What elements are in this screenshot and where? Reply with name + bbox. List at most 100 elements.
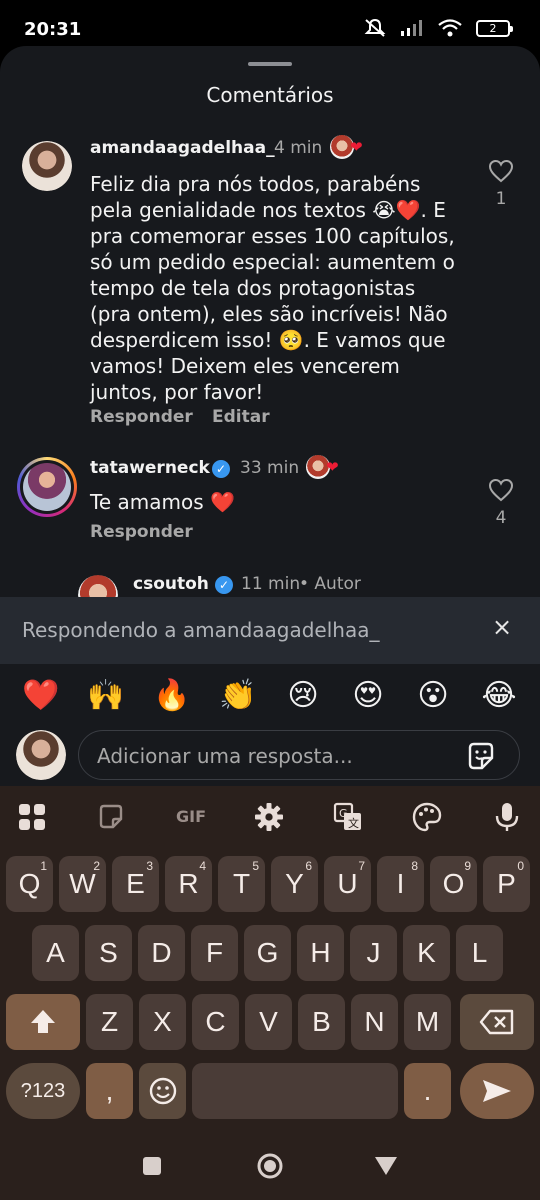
sticker-icon[interactable]: [94, 800, 128, 834]
edit-button[interactable]: Editar: [212, 407, 270, 427]
recents-square-icon[interactable]: [142, 1156, 162, 1176]
key-u[interactable]: U7: [324, 856, 371, 912]
key-s[interactable]: S: [85, 925, 132, 981]
key-label: R: [178, 868, 199, 899]
sticker-icon[interactable]: [465, 740, 497, 772]
home-circle-icon[interactable]: [256, 1152, 284, 1180]
key-label: T: [232, 868, 251, 899]
key-j[interactable]: J: [350, 925, 397, 981]
close-icon[interactable]: ×: [490, 615, 514, 639]
key-n[interactable]: N: [351, 994, 398, 1050]
emoji-quick-row: ❤️ 🙌 🔥 👏 😢 😍 😮 😂: [0, 664, 540, 726]
backspace-icon: [479, 1009, 514, 1035]
theme-palette-icon[interactable]: [410, 800, 444, 834]
key-k[interactable]: K: [403, 925, 450, 981]
key-w[interactable]: W2: [59, 856, 106, 912]
emoji-button[interactable]: 😮: [413, 676, 453, 716]
emoji-key[interactable]: [139, 1063, 186, 1119]
back-triangle-icon[interactable]: [374, 1156, 398, 1176]
emoji-button[interactable]: 😍: [348, 676, 388, 716]
translate-icon[interactable]: G 文: [331, 800, 365, 834]
like-heart-icon[interactable]: [488, 478, 514, 502]
key-i[interactable]: I8: [377, 856, 424, 912]
key-c[interactable]: C: [192, 994, 239, 1050]
comment-time: 4 min: [274, 138, 323, 158]
avatar-photo: [22, 141, 72, 191]
key-x[interactable]: X: [139, 994, 186, 1050]
key-y[interactable]: Y6: [271, 856, 318, 912]
key-p[interactable]: P0: [483, 856, 530, 912]
key-b[interactable]: B: [298, 994, 345, 1050]
like-count: 1: [495, 189, 507, 209]
comma-key[interactable]: ,: [86, 1063, 133, 1119]
emoji-button[interactable]: 😂: [479, 676, 519, 716]
avatar[interactable]: [22, 141, 72, 191]
period-key[interactable]: .: [404, 1063, 451, 1119]
comment-username[interactable]: amandaagadelhaa_: [90, 138, 275, 158]
key-v[interactable]: V: [245, 994, 292, 1050]
emoji-button[interactable]: 👏: [218, 676, 258, 716]
reply-button[interactable]: Responder: [90, 522, 193, 542]
backspace-key[interactable]: [460, 994, 534, 1050]
send-key[interactable]: [460, 1063, 534, 1119]
comment-username[interactable]: csoutoh: [133, 574, 209, 594]
avatar-photo: [16, 730, 66, 780]
key-e[interactable]: E3: [112, 856, 159, 912]
key-number: 6: [305, 859, 312, 873]
key-t[interactable]: T5: [218, 856, 265, 912]
key-label: O: [442, 868, 465, 899]
key-a[interactable]: A: [32, 925, 79, 981]
author-liked-badge: ❤: [330, 135, 366, 159]
shift-key[interactable]: [6, 994, 80, 1050]
like-heart-icon[interactable]: [488, 159, 514, 183]
key-number: 4: [199, 859, 206, 873]
avatar-story-ring[interactable]: [17, 457, 77, 517]
key-l[interactable]: L: [456, 925, 503, 981]
comment-time: 33 min: [240, 458, 300, 478]
comment-text: Feliz dia pra nós todos, parabéns pela g…: [90, 171, 480, 405]
replying-to-bar: Respondendo a amandaagadelhaa_ ×: [0, 597, 540, 664]
comment-line: pela genialidade nos textos 😭❤️. E: [90, 198, 446, 222]
key-o[interactable]: O9: [430, 856, 477, 912]
shift-arrow-icon: [31, 1010, 55, 1033]
key-f[interactable]: F: [191, 925, 238, 981]
comment-username[interactable]: tatawerneck: [90, 458, 210, 478]
reply-button[interactable]: Responder: [90, 407, 193, 427]
emoji-button[interactable]: ❤️: [21, 676, 61, 716]
drag-handle[interactable]: [248, 62, 292, 66]
gif-button[interactable]: GIF: [170, 800, 212, 834]
comment-line: pra comemorar esses 100 capítulos,: [90, 224, 455, 248]
key-z[interactable]: Z: [86, 994, 133, 1050]
key-m[interactable]: M: [404, 994, 451, 1050]
key-r[interactable]: R4: [165, 856, 212, 912]
author-label: • Autor: [299, 574, 361, 594]
key-number: 5: [252, 859, 259, 873]
symbols-key[interactable]: ?123: [6, 1063, 80, 1119]
key-d[interactable]: D: [138, 925, 185, 981]
key-g[interactable]: G: [244, 925, 291, 981]
emoji-button[interactable]: 🙌: [86, 676, 126, 716]
microphone-icon[interactable]: [490, 800, 524, 834]
mute-icon: [364, 18, 386, 37]
author-liked-badge: ❤: [306, 455, 342, 479]
key-q[interactable]: Q1: [6, 856, 53, 912]
apps-grid-icon[interactable]: [15, 800, 49, 834]
send-arrow-icon: [483, 1080, 511, 1102]
reply-input[interactable]: Adicionar uma resposta...: [78, 730, 520, 780]
my-avatar: [16, 730, 66, 780]
settings-gear-icon[interactable]: [252, 800, 286, 834]
status-icons: 2: [364, 18, 513, 38]
key-number: 1: [40, 859, 47, 873]
key-number: 9: [464, 859, 471, 873]
key-label: Y: [285, 868, 304, 899]
key-label: E: [126, 868, 145, 899]
emoji-button[interactable]: 😢: [283, 676, 323, 716]
key-label: W: [69, 868, 96, 899]
sheet-title: Comentários: [206, 83, 334, 107]
emoji-button[interactable]: 🔥: [152, 676, 192, 716]
key-h[interactable]: H: [297, 925, 344, 981]
reply-input-row: Adicionar uma resposta...: [0, 726, 540, 786]
space-key[interactable]: [192, 1063, 398, 1119]
key-label: I: [396, 868, 405, 899]
system-nav-bar: [0, 1128, 540, 1200]
